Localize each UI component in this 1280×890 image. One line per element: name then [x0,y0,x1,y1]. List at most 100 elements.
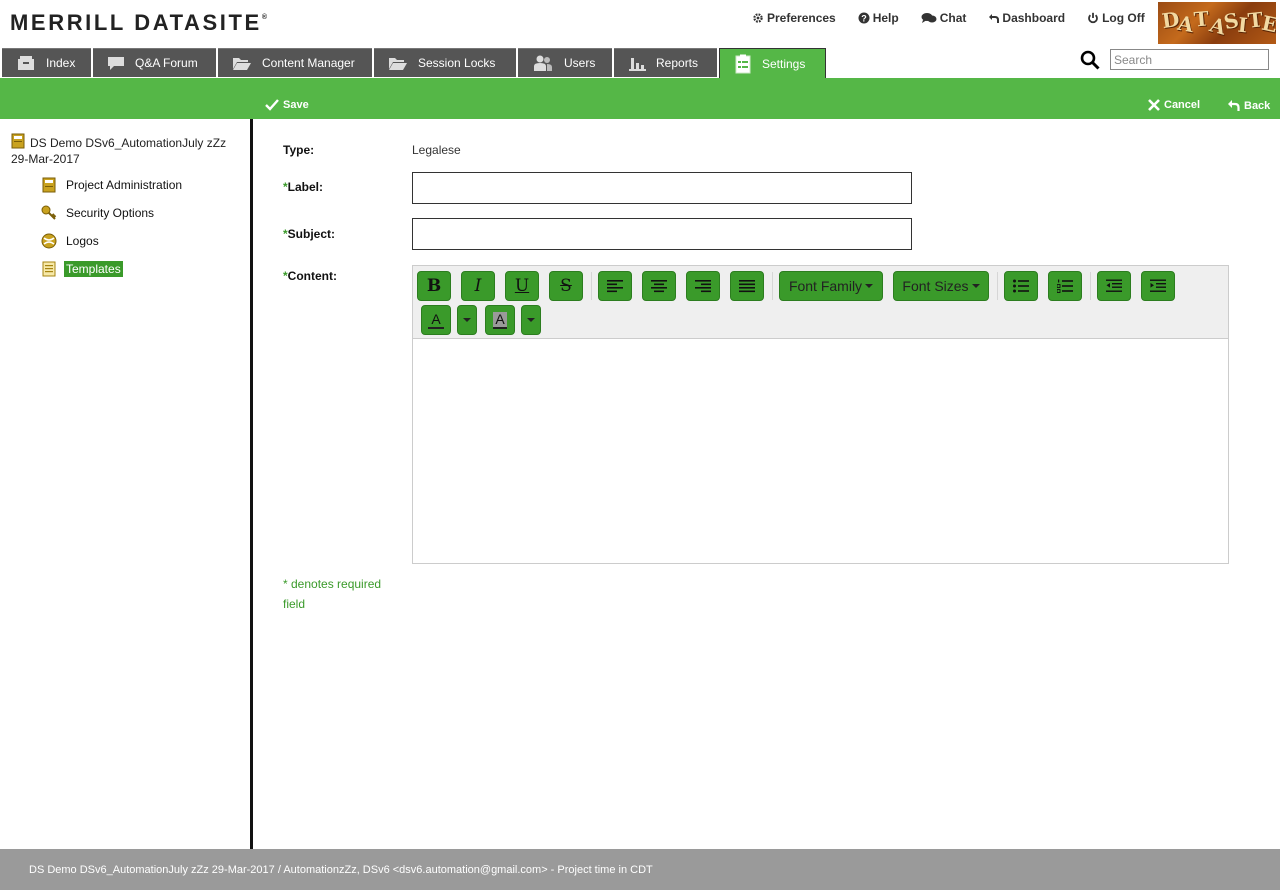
toolbar-separator [591,272,592,300]
logoff-link[interactable]: Log Off [1087,11,1145,25]
cancel-button[interactable]: Cancel [1148,99,1200,111]
chat-link[interactable]: Chat [921,11,967,25]
highlight-color-button[interactable]: A [485,305,515,335]
content-editor-body[interactable] [413,340,1228,563]
users-icon [532,55,554,71]
save-button[interactable]: Save [265,99,309,111]
open-folder-icon [388,55,408,71]
tab-content-manager[interactable]: Content Manager [218,48,372,77]
tab-index-label: Index [46,56,76,70]
chat-icon [921,13,937,23]
svg-text:?: ? [861,13,867,23]
strikethrough-button[interactable]: S [549,271,583,301]
help-label: Help [872,11,899,25]
align-center-icon [651,280,667,293]
dashboard-link[interactable]: Dashboard [988,11,1065,25]
align-justify-icon [739,280,755,293]
speech-bubble-icon [107,55,125,71]
back-label: Back [1244,99,1271,112]
logo-icon [41,233,57,249]
sidebar-item-label: Project Administration [66,178,183,192]
bold-button[interactable]: B [417,271,451,301]
checkmark-icon [265,99,279,111]
toolbar-separator [1090,272,1091,300]
help-icon: ? [858,12,870,24]
project-title[interactable]: DS Demo DSv6_AutomationJuly zZz 29-Mar-2… [11,133,241,167]
align-right-icon [695,280,711,293]
sidebar-item-templates[interactable]: Templates [41,261,123,277]
template-document-icon [41,261,57,277]
footer-project-info: DS Demo DSv6_AutomationJuly zZz 29-Mar-2… [29,864,653,876]
search-icon[interactable] [1080,50,1100,70]
numbered-list-icon [1057,279,1073,293]
indent-button[interactable] [1141,271,1175,301]
content-field-label: *Content: [283,269,337,283]
help-link[interactable]: ? Help [858,11,899,25]
type-label: Type: [283,143,315,157]
admin-book-icon [41,177,57,193]
numbered-list-button[interactable] [1048,271,1082,301]
font-family-dropdown[interactable]: Font Family [779,271,883,301]
font-sizes-dropdown[interactable]: Font Sizes [893,271,989,301]
underline-button[interactable]: U [505,271,539,301]
close-icon [1148,99,1160,111]
toolbar-separator [997,272,998,300]
sidebar-item-label: Templates [64,261,123,277]
tab-settings[interactable]: Settings [719,48,826,78]
sidebar-item-project-administration[interactable]: Project Administration [41,177,184,193]
power-icon [1088,12,1098,24]
font-color-dropdown[interactable] [457,305,477,335]
label-field-label: *Label: [283,180,324,194]
tab-qa-forum[interactable]: Q&A Forum [93,48,216,77]
main-tabs: Index Q&A Forum Content Manager Session … [2,48,828,78]
content-editor: B I U S Font Family Font Sizes A A [412,265,1229,564]
back-arrow-icon [1228,100,1240,111]
settings-sidebar: DS Demo DSv6_AutomationJuly zZz 29-Mar-2… [0,119,250,849]
bulleted-list-button[interactable] [1004,271,1038,301]
action-bar: Save Cancel Back [0,78,1280,119]
return-arrow-icon [989,13,1000,23]
settings-clipboard-icon [734,54,752,74]
save-label: Save [283,99,309,111]
tab-session-locks[interactable]: Session Locks [374,48,516,77]
align-center-button[interactable] [642,271,676,301]
chat-label: Chat [939,11,967,25]
align-right-button[interactable] [686,271,720,301]
key-icon [41,205,57,221]
tab-reports[interactable]: Reports [614,48,717,77]
open-folder-icon [232,55,252,71]
sidebar-item-security-options[interactable]: Security Options [41,205,156,221]
project-book-icon [11,133,25,149]
caret-down-icon [527,318,535,322]
align-left-icon [607,280,623,293]
tab-settings-label: Settings [762,56,806,71]
back-button[interactable]: Back [1227,99,1270,112]
tab-content-manager-label: Content Manager [262,56,355,70]
font-color-button[interactable]: A [421,305,451,335]
search-input[interactable] [1110,49,1269,70]
toolbar-separator [772,272,773,300]
tab-index[interactable]: Index [2,48,91,77]
footer: DS Demo DSv6_AutomationJuly zZz 29-Mar-2… [0,849,1280,890]
bulleted-list-icon [1013,279,1029,293]
sidebar-divider [250,119,253,849]
align-left-button[interactable] [598,271,632,301]
preferences-link[interactable]: Preferences [752,11,836,25]
label-input[interactable] [412,172,912,204]
outdent-button[interactable] [1097,271,1131,301]
brand-logo: MERRILL DATASITE® [10,10,267,35]
subject-input[interactable] [412,218,912,250]
tab-qa-forum-label: Q&A Forum [135,56,198,70]
client-logo-image: D A T A S I T E [1158,2,1276,44]
italic-button[interactable]: I [461,271,495,301]
caret-down-icon [865,284,874,288]
tab-reports-label: Reports [656,56,699,70]
sidebar-item-logos[interactable]: Logos [41,233,101,249]
editor-toolbar: B I U S Font Family Font Sizes A A [413,266,1228,339]
justify-button[interactable] [730,271,764,301]
highlight-color-dropdown[interactable] [521,305,541,335]
search-area [1080,49,1269,70]
tab-users-label: Users [564,56,596,70]
tab-users[interactable]: Users [518,48,612,77]
logoff-label: Log Off [1102,11,1145,25]
